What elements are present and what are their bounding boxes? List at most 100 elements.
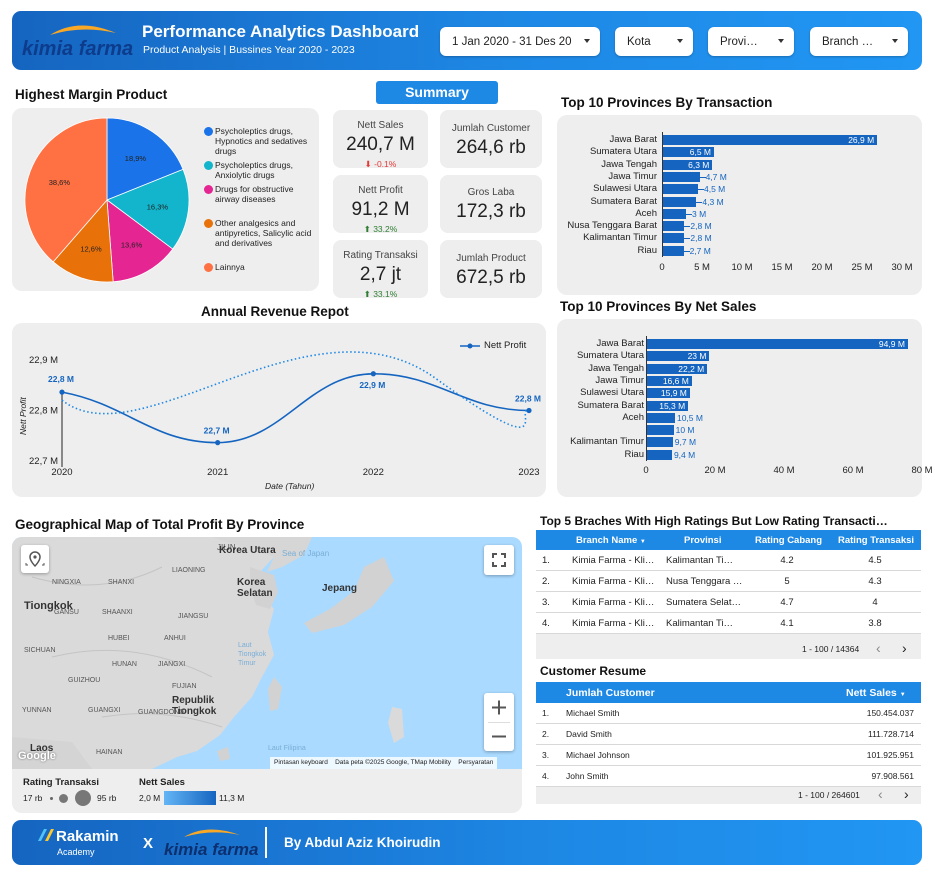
pie-legend-label: Drugs for obstructive airway diseases bbox=[215, 184, 294, 204]
customer-pager-label: 1 - 100 / 264601 bbox=[798, 790, 860, 800]
map-pin-icon bbox=[25, 551, 45, 568]
category-label: Sumatera Utara bbox=[576, 350, 644, 362]
author-credit: By Abdul Aziz Khoirudin bbox=[284, 835, 441, 850]
legend-swatch bbox=[204, 161, 213, 170]
bar-value-label: 9,7 M bbox=[674, 437, 697, 448]
col-provinsi[interactable]: Provinsi bbox=[684, 535, 722, 546]
summary-title: Summary bbox=[376, 81, 498, 104]
revenue-legend: Nett Profit bbox=[460, 340, 540, 352]
category-label: Jawa Tengah bbox=[588, 362, 644, 374]
provinsi-filter[interactable]: Provi… bbox=[708, 27, 794, 56]
kpi-delta: -0.1% bbox=[374, 159, 397, 169]
fullscreen-button[interactable] bbox=[484, 545, 514, 575]
category-label: Jawa Barat bbox=[609, 134, 657, 145]
data-point[interactable] bbox=[59, 389, 65, 395]
bar bbox=[662, 196, 697, 207]
pie-chart-title: Highest Margin Product bbox=[15, 87, 168, 102]
col-branch-name[interactable]: Branch Name ▼ bbox=[576, 535, 646, 546]
x-tick-label: 2021 bbox=[207, 467, 228, 478]
col-nett-sales[interactable]: Nett Sales ▼ bbox=[846, 687, 906, 699]
customer-name-cell: Michael Smith bbox=[566, 708, 620, 718]
bar bbox=[662, 245, 684, 256]
prev-page-button[interactable]: ‹ bbox=[876, 640, 881, 656]
bar bbox=[646, 449, 672, 460]
pie-legend-label: Other analgesics and antipyretics, Salic… bbox=[215, 218, 312, 248]
zoom-out-button[interactable] bbox=[484, 722, 514, 751]
customer-name-cell: Michael Johnson bbox=[566, 750, 630, 760]
pie-slice-label: 18,9% bbox=[125, 154, 147, 163]
prev-page-button[interactable]: ‹ bbox=[878, 786, 883, 802]
col-rating-transaksi[interactable]: Rating Transaksi bbox=[838, 535, 914, 546]
data-label: 22,9 M bbox=[359, 380, 385, 390]
rakamin-mark-icon bbox=[38, 829, 54, 841]
pie-slice-label: 16,3% bbox=[147, 203, 169, 212]
col-jumlah-customer[interactable]: Jumlah Customer bbox=[566, 687, 655, 699]
branch-filter[interactable]: Branch … bbox=[810, 27, 908, 56]
keyboard-shortcuts-link[interactable]: Pintasan keyboard bbox=[274, 759, 328, 766]
svg-text:kimia farma: kimia farma bbox=[164, 840, 259, 859]
customer-table-title: Customer Resume bbox=[540, 664, 647, 678]
kota-filter[interactable]: Kota bbox=[615, 27, 693, 56]
next-page-button[interactable]: › bbox=[904, 786, 909, 802]
bar-value-label: 10 M bbox=[675, 425, 695, 436]
next-page-button[interactable]: › bbox=[902, 640, 907, 656]
netsales-chart-card: Jawa Barat 94,9 M Sumatera Utara 23 M Jawa T… bbox=[557, 319, 933, 497]
data-point[interactable] bbox=[526, 407, 532, 414]
select-area-button[interactable] bbox=[21, 545, 49, 573]
branch-table: Branch Name ▼ Provinsi Rating Cabang Rat… bbox=[536, 530, 921, 659]
chevron-down-icon bbox=[778, 39, 784, 43]
x-tick-label: 60 M bbox=[842, 465, 864, 476]
bar bbox=[662, 208, 686, 219]
kpi-value: 2,7 jt bbox=[359, 264, 402, 285]
rating-cabang-cell: 4.2 bbox=[780, 555, 794, 566]
col-rating-cabang[interactable]: Rating Cabang bbox=[755, 535, 822, 546]
category-label: Jawa Tengah bbox=[601, 158, 657, 170]
nett-sales-cell: 150.454.037 bbox=[866, 708, 914, 718]
chevron-right-icon: › bbox=[904, 786, 909, 802]
row-number: 4. bbox=[542, 618, 550, 629]
kpi-jumlah-customer: Jumlah Customer 264,6 rb bbox=[440, 110, 542, 168]
rating-cabang-cell: 5 bbox=[784, 576, 790, 587]
branch-name-cell: Kimia Farma - Kli… bbox=[572, 576, 655, 587]
data-point[interactable] bbox=[370, 371, 376, 377]
data-point[interactable] bbox=[215, 440, 221, 446]
customer-table-header: Jumlah Customer Nett Sales ▼ bbox=[536, 682, 921, 703]
kpi-label: Gros Laba bbox=[467, 187, 515, 198]
category-label: Jawa Timur bbox=[608, 170, 657, 182]
legend-swatch bbox=[204, 185, 213, 194]
kpi-jumlah-product: Jumlah Product 672,5 rb bbox=[440, 240, 542, 298]
legend-swatch bbox=[204, 219, 213, 228]
category-label: Riau bbox=[637, 244, 657, 256]
rating-legend-title: Rating Transaksi bbox=[23, 777, 100, 788]
legend-label: Nett Profit bbox=[484, 340, 527, 351]
row-number: 1. bbox=[542, 708, 550, 718]
bar-value-label: 26,9 M bbox=[848, 135, 875, 145]
row-number: 3. bbox=[542, 750, 550, 760]
revenue-xlabel: Date (Tahun) bbox=[265, 481, 315, 491]
x-tick-label: 2023 bbox=[518, 467, 539, 478]
legend-swatch bbox=[204, 127, 213, 136]
category-label: Sulawesi Utara bbox=[580, 387, 644, 399]
chevron-right-icon: › bbox=[902, 640, 907, 656]
map-label: ANHUI bbox=[164, 635, 186, 642]
map-label: HUNAN bbox=[112, 661, 137, 668]
map-canvas[interactable]: JILIN Korea Utara Sea of Japan Korea Sel… bbox=[12, 537, 522, 769]
table-row: 3. Kimia Farma - Kli… Sumatera Selat… 4.7 4 bbox=[536, 592, 921, 613]
plus-icon bbox=[492, 700, 506, 715]
sales-gradient-bar bbox=[164, 791, 216, 805]
row-number: 2. bbox=[542, 729, 550, 739]
trend-line bbox=[61, 351, 530, 428]
rakamin-text: Rakamin bbox=[56, 828, 119, 845]
bar-value-label: 4,7 M bbox=[705, 171, 727, 182]
zoom-in-button[interactable] bbox=[484, 693, 514, 722]
x-tick-label: 20 M bbox=[704, 465, 726, 476]
pie-legend-label: Psycholeptics drugs, Hypnotics and sedat… bbox=[215, 126, 308, 156]
terms-link[interactable]: Persyaratan bbox=[458, 759, 493, 766]
date-range-filter[interactable]: 1 Jan 2020 - 31 Des 20 bbox=[440, 27, 600, 56]
minus-icon bbox=[492, 735, 506, 738]
data-label: 22,7 M bbox=[204, 426, 230, 436]
category-label: Jawa Barat bbox=[596, 338, 644, 349]
nett-sales-cell: 97.908.561 bbox=[871, 771, 914, 781]
pie-legend-label: Psycholeptics drugs, Anxiolytic drugs bbox=[215, 160, 293, 180]
pie-chart: 18,9% 16,3% 13,6% 12,6% 38,6% bbox=[24, 117, 190, 283]
